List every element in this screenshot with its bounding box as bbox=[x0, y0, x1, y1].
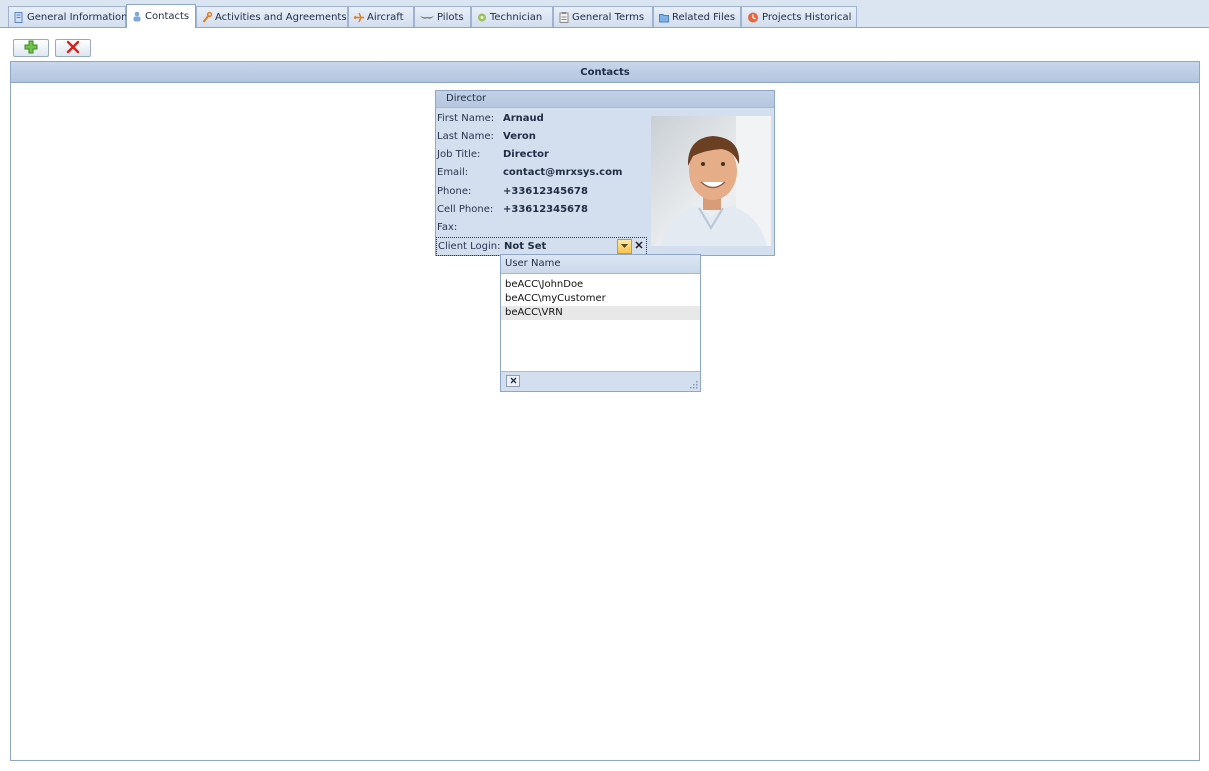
column-header-user-name[interactable]: User Name bbox=[501, 255, 700, 274]
tab-label: Activities and Agreements bbox=[215, 11, 347, 23]
client-login-dropdown: User Name beACC\JohnDoe beACC\myCustomer… bbox=[500, 254, 701, 392]
tab-pilots[interactable]: Pilots bbox=[414, 6, 471, 27]
dropdown-button[interactable] bbox=[617, 239, 632, 254]
cell-phone-row: Cell Phone: +33612345678 bbox=[437, 200, 588, 218]
plus-icon bbox=[24, 40, 38, 57]
tab-activities-and-agreements[interactable]: Activities and Agreements bbox=[196, 6, 348, 27]
field-label: Client Login: bbox=[438, 241, 501, 252]
email-value: contact@mrxsys.com bbox=[503, 166, 623, 178]
email-row: Email: contact@mrxsys.com bbox=[437, 163, 622, 181]
tab-general-information[interactable]: General Information bbox=[8, 6, 128, 27]
field-label: Fax: bbox=[437, 221, 458, 233]
first-name-value: Arnaud bbox=[503, 112, 544, 124]
field-label: Email: bbox=[437, 166, 469, 178]
first-name-row: First Name: Arnaud bbox=[437, 109, 544, 127]
dropdown-footer bbox=[501, 371, 700, 391]
clear-login-button[interactable] bbox=[632, 239, 646, 254]
tab-label: Related Files bbox=[672, 11, 736, 23]
list-item[interactable]: beACC\myCustomer bbox=[501, 292, 700, 306]
cell-phone-value: +33612345678 bbox=[503, 203, 588, 215]
last-name-value: Veron bbox=[503, 130, 536, 142]
history-icon bbox=[747, 12, 759, 23]
wrench-icon bbox=[202, 11, 213, 23]
add-button[interactable] bbox=[13, 39, 49, 57]
delete-button[interactable] bbox=[55, 39, 91, 57]
last-name-row: Last Name: Veron bbox=[437, 127, 536, 145]
tab-bar: General Information Contacts Activities … bbox=[0, 0, 1209, 28]
field-label: Cell Phone: bbox=[437, 203, 494, 215]
field-label: Phone: bbox=[437, 185, 472, 197]
tab-general-terms[interactable]: General Terms bbox=[553, 6, 653, 27]
tab-label: General Information bbox=[27, 11, 128, 23]
folder-icon bbox=[659, 12, 669, 23]
phone-value: +33612345678 bbox=[503, 185, 588, 197]
job-title-row: Job Title: Director bbox=[437, 145, 549, 163]
field-label: Job Title: bbox=[437, 148, 481, 160]
airplane-icon bbox=[354, 12, 364, 23]
wings-icon bbox=[420, 12, 434, 23]
tab-label: Aircraft bbox=[367, 11, 404, 23]
tab-label: Contacts bbox=[145, 11, 190, 22]
tab-contacts[interactable]: Contacts bbox=[126, 4, 196, 28]
tab-technician[interactable]: Technician bbox=[471, 6, 553, 27]
client-login-value: Not Set bbox=[504, 241, 547, 252]
field-label: Last Name: bbox=[437, 130, 494, 142]
phone-row: Phone: +33612345678 bbox=[437, 182, 588, 200]
fax-row: Fax: bbox=[437, 218, 503, 236]
tab-aircraft[interactable]: Aircraft bbox=[348, 6, 414, 27]
close-icon bbox=[635, 241, 643, 252]
panel-title: Contacts bbox=[11, 62, 1199, 83]
tab-projects-historical[interactable]: Projects Historical bbox=[741, 6, 857, 27]
tab-label: Technician bbox=[490, 11, 543, 23]
gear-icon bbox=[477, 12, 487, 23]
x-icon bbox=[66, 40, 80, 57]
resize-grip-icon[interactable] bbox=[688, 379, 698, 389]
job-title-value: Director bbox=[503, 148, 549, 160]
document-icon bbox=[14, 11, 24, 23]
tab-label: Pilots bbox=[437, 11, 464, 23]
card-title: Director bbox=[436, 91, 774, 108]
field-label: First Name: bbox=[437, 112, 495, 124]
list-item[interactable]: beACC\JohnDoe bbox=[501, 278, 700, 292]
tab-label: General Terms bbox=[572, 11, 645, 23]
close-dropdown-button[interactable] bbox=[506, 375, 520, 387]
chevron-down-icon bbox=[621, 241, 628, 252]
contact-photo bbox=[651, 116, 771, 246]
tab-related-files[interactable]: Related Files bbox=[653, 6, 741, 27]
list-item-highlighted[interactable]: beACC\VRN bbox=[501, 306, 700, 320]
clipboard-icon bbox=[559, 11, 569, 23]
contact-card[interactable]: Director First Name: Arnaud Last Name: V… bbox=[435, 90, 775, 256]
close-icon bbox=[510, 376, 517, 387]
contact-icon bbox=[132, 11, 142, 22]
tab-label: Projects Historical bbox=[762, 11, 852, 23]
